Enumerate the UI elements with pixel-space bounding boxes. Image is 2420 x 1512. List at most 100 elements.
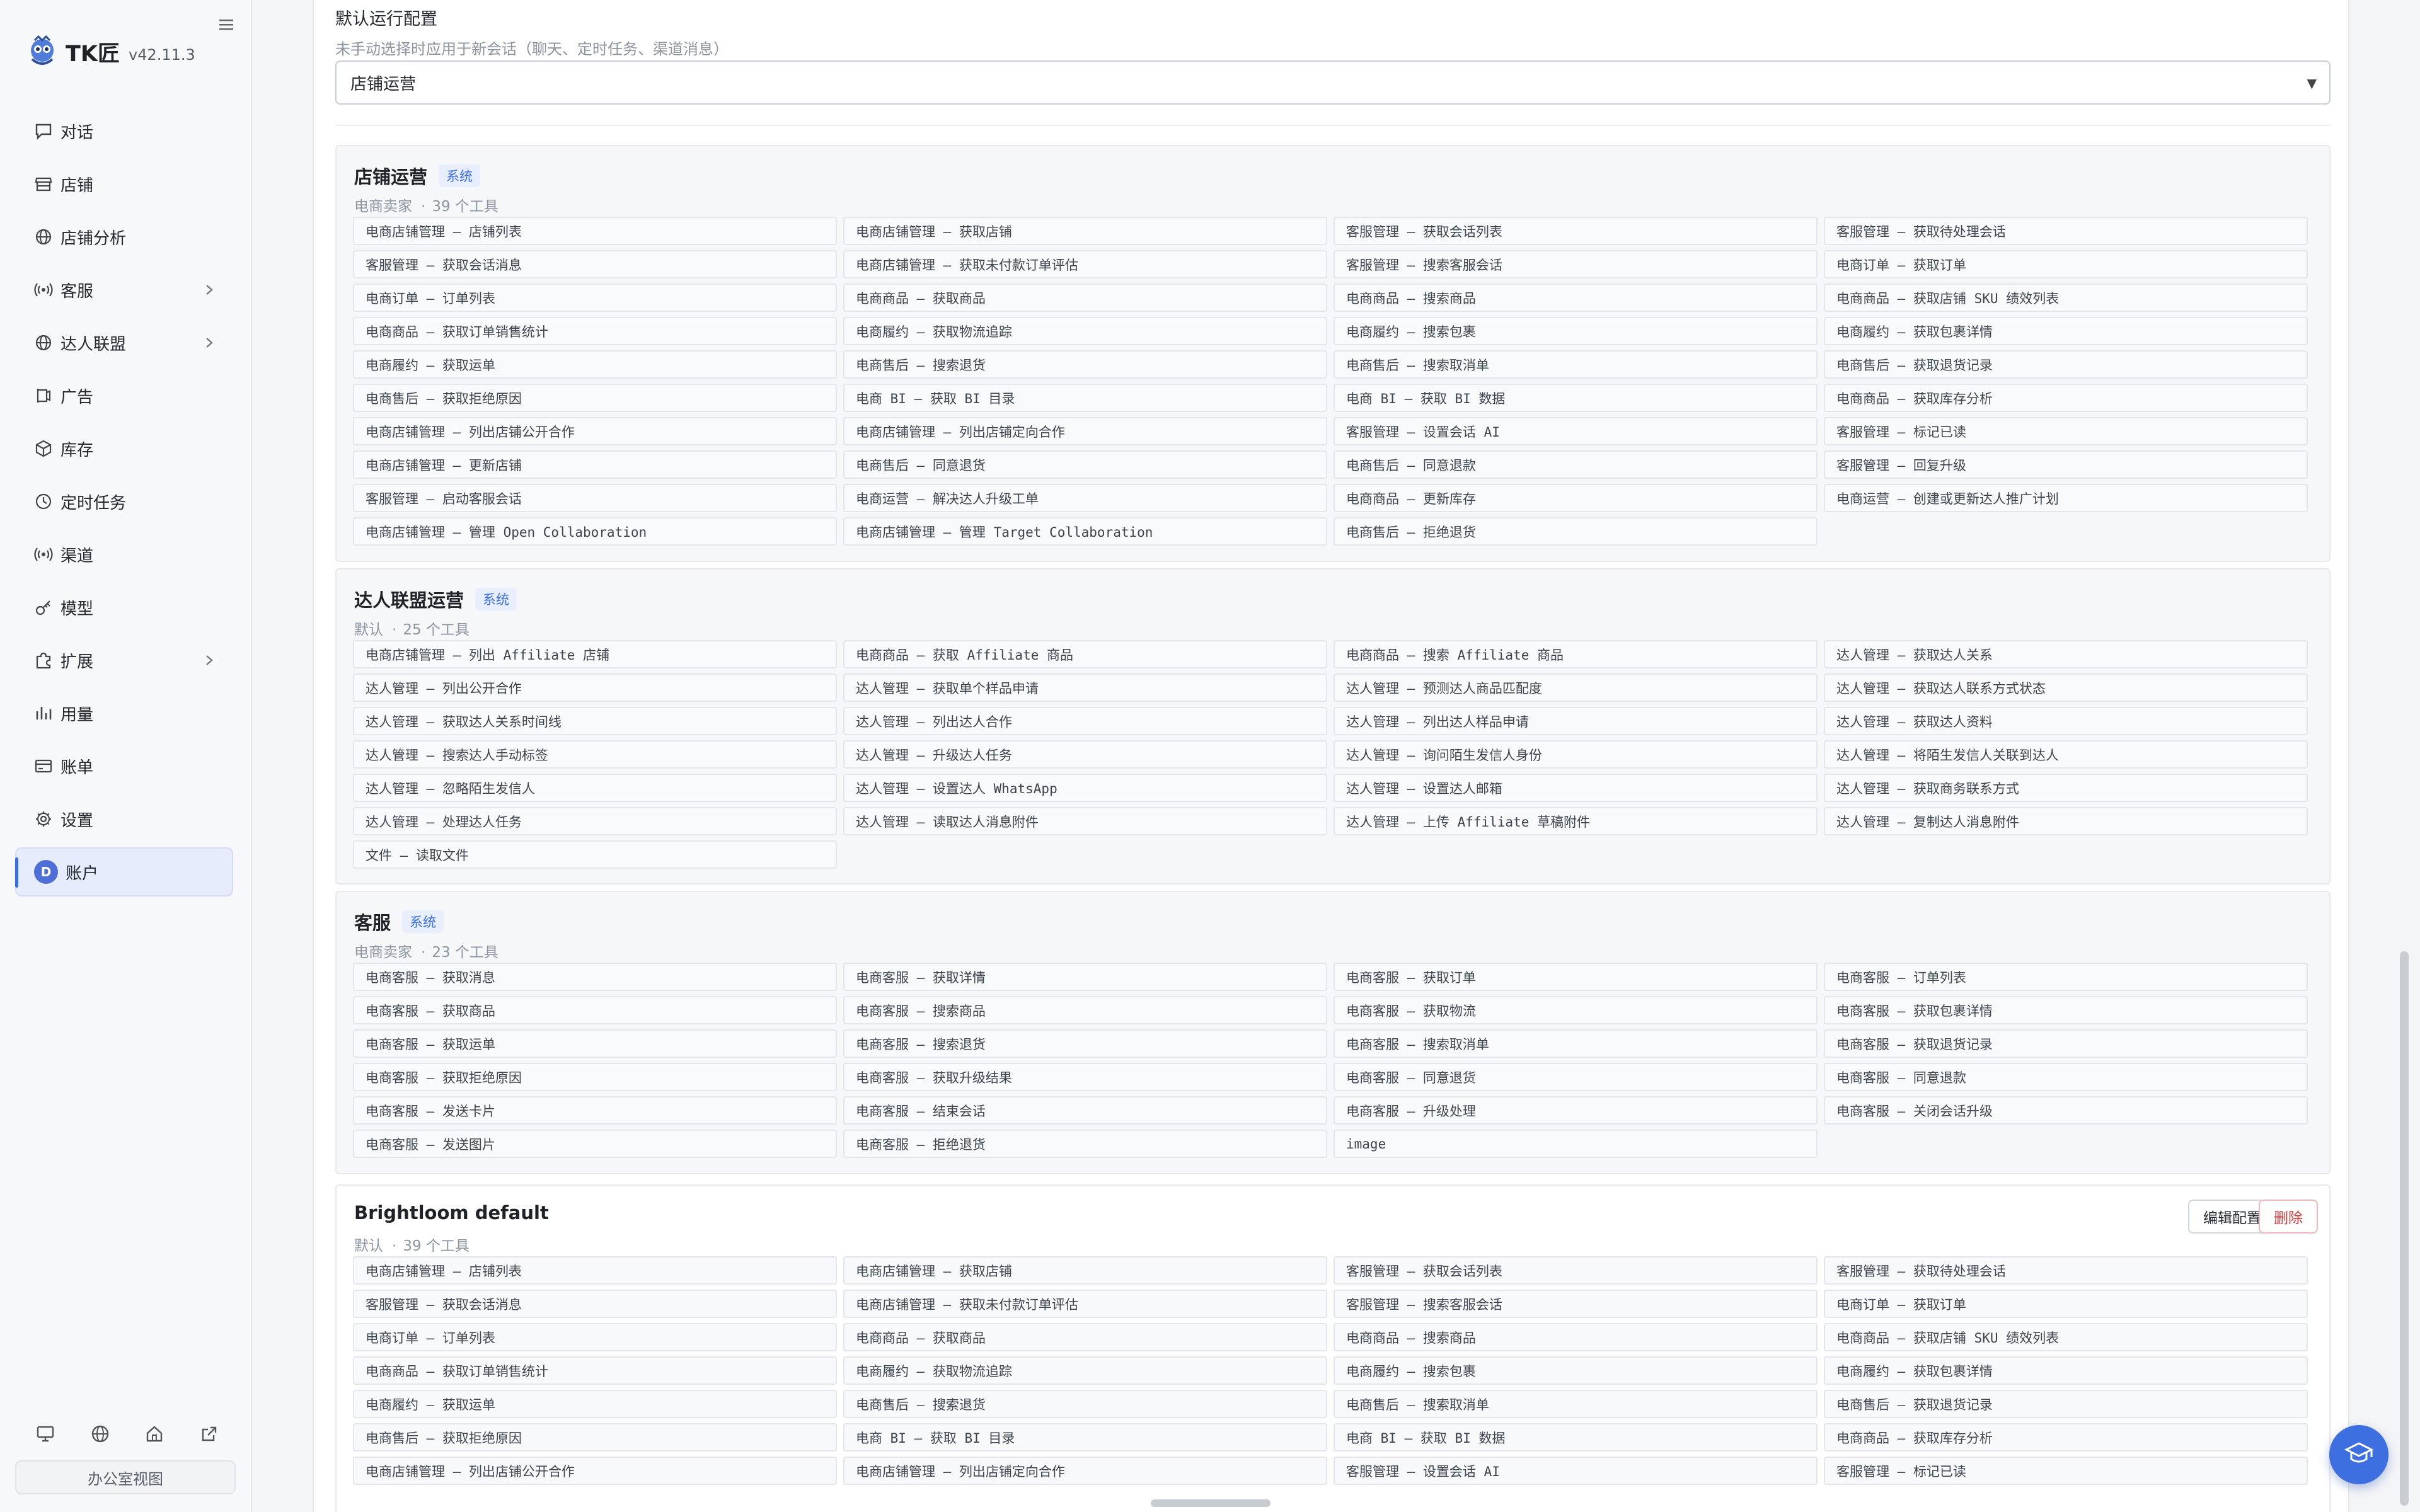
vertical-scrollbar[interactable]: [2400, 951, 2409, 1506]
tool-chip: 电商客服 — 发送图片: [353, 1130, 837, 1158]
profile-meta: 默认 · 25 个工具: [354, 617, 470, 639]
tool-chip: 电商店铺管理 — 管理 Target Collaboration: [843, 517, 1327, 546]
sidebar-item-label: 用量: [60, 705, 94, 724]
main-area: 默认运行配置 未手动选择时应用于新会话（聊天、定时任务、渠道消息） 店铺运营 ▼…: [252, 0, 2420, 1512]
box-icon: [33, 438, 54, 459]
external-link-icon[interactable]: [197, 1421, 222, 1446]
sidebar-item-4[interactable]: 达人联盟: [15, 316, 233, 369]
sidebar-item-10[interactable]: 扩展: [15, 634, 233, 687]
office-view-button[interactable]: 办公室视图: [15, 1460, 236, 1494]
brand[interactable]: TK匠 v42.11.3: [25, 33, 195, 71]
tool-chip: 电商 BI — 获取 BI 目录: [843, 1423, 1327, 1452]
tool-chip: 电商订单 — 订单列表: [353, 284, 837, 312]
tool-chip: 电商商品 — 搜索商品: [1334, 284, 1818, 312]
tool-chip: 电商客服 — 获取包裹详情: [1824, 996, 2308, 1024]
app-name: TK匠: [66, 41, 120, 67]
tool-chip: 电商店铺管理 — 获取店铺: [843, 217, 1327, 245]
tool-chip: 电商商品 — 获取商品: [843, 284, 1327, 312]
tool-chip: 电商店铺管理 — 店铺列表: [353, 217, 837, 245]
profile-meta: 电商卖家 · 23 个工具: [354, 940, 498, 961]
select-value: 店铺运营: [350, 74, 417, 94]
tool-chip: 达人管理 — 获取达人关系时间线: [353, 707, 837, 735]
broadcast-icon: [33, 544, 54, 565]
sidebar-item-1[interactable]: 店铺: [15, 158, 233, 210]
sidebar: TK匠 v42.11.3 对话 店铺店铺分析客服达人联盟 广告 库存 定时任务 渠道 模型扩…: [0, 0, 252, 1512]
delete-button[interactable]: 删除: [2259, 1200, 2318, 1234]
tool-chip: 电商客服 — 搜索取消单: [1334, 1029, 1818, 1058]
tool-chip: 电商商品 — 搜索商品: [1334, 1323, 1818, 1351]
tool-chip: 电商订单 — 获取订单: [1824, 1290, 2308, 1318]
profile-header: 店铺运营 系统: [354, 163, 481, 189]
key-icon: [33, 597, 54, 618]
tool-chip: 客服管理 — 搜索客服会话: [1334, 1290, 1818, 1318]
menu-icon[interactable]: [217, 15, 236, 34]
clock-icon: [33, 491, 54, 512]
profile-meta: 默认 · 39 个工具: [354, 1234, 470, 1255]
profile-name: 店铺运营: [354, 166, 428, 188]
tool-chip: image: [1334, 1130, 1818, 1158]
sidebar-item-9[interactable]: 模型: [15, 581, 233, 634]
help-button[interactable]: [2329, 1425, 2388, 1484]
tool-chip: 电商客服 — 获取消息: [353, 963, 837, 991]
sidebar-item-2[interactable]: 店铺分析: [15, 210, 233, 263]
sidebar-item-0[interactable]: 对话: [15, 105, 233, 158]
tool-chip: 达人管理 — 列出达人合作: [843, 707, 1327, 735]
tool-count: 23 个工具: [432, 944, 498, 961]
tool-chip: 达人管理 — 搜索达人手动标签: [353, 740, 837, 769]
tool-chip: 电商商品 — 获取订单销售统计: [353, 317, 837, 345]
tool-chip: 客服管理 — 获取会话列表: [1334, 1256, 1818, 1285]
system-badge: 系统: [402, 910, 444, 933]
chat-icon: [33, 120, 54, 142]
monitor-icon[interactable]: [33, 1421, 58, 1446]
horizontal-scrollbar[interactable]: [1151, 1499, 1270, 1507]
puzzle-icon: [33, 650, 54, 671]
sidebar-item-11[interactable]: 用量: [15, 687, 233, 740]
sidebar-item-6[interactable]: 库存: [15, 422, 233, 475]
home-icon[interactable]: [142, 1421, 167, 1446]
tool-chip: 电商客服 — 订单列表: [1824, 963, 2308, 991]
sidebar-item-7[interactable]: 定时任务: [15, 475, 233, 528]
tool-chip: 客服管理 — 获取会话消息: [353, 1290, 837, 1318]
tool-chip: 达人管理 — 上传 Affiliate 草稿附件: [1334, 807, 1818, 835]
tool-chip: 电商商品 — 获取订单销售统计: [353, 1356, 837, 1385]
sidebar-item-3[interactable]: 客服: [15, 263, 233, 316]
separator-dot: ·: [421, 198, 426, 215]
megaphone-icon: [33, 385, 54, 406]
tool-chip: 客服管理 — 启动客服会话: [353, 484, 837, 512]
separator-dot: ·: [392, 622, 397, 638]
sidebar-item-label: 店铺分析: [60, 229, 127, 248]
sidebar-item-label: 扩展: [60, 652, 94, 672]
tool-profile-card: 客服 系统 电商卖家 · 23 个工具 电商客服 — 获取消息 电商客服 — 获取详情 电商客…: [335, 891, 2331, 1174]
tool-chip: 电商履约 — 获取运单: [353, 1390, 837, 1418]
tool-chip: 电商订单 — 获取订单: [1824, 250, 2308, 278]
tool-chip: 电商售后 — 搜索取消单: [1334, 350, 1818, 379]
tool-chip: 电商运营 — 创建或更新达人推广计划: [1824, 484, 2308, 512]
sidebar-item-14[interactable]: D 账户: [15, 847, 233, 896]
tool-chip: 电商客服 — 获取升级结果: [843, 1063, 1327, 1091]
tool-chip: 客服管理 — 设置会话 AI: [1334, 417, 1818, 445]
tool-chip: 达人管理 — 升级达人任务: [843, 740, 1327, 769]
tool-chip: 客服管理 — 获取会话消息: [353, 250, 837, 278]
tool-chip: 电商客服 — 同意退货: [1334, 1063, 1818, 1091]
tool-chip: 电商客服 — 拒绝退货: [843, 1130, 1327, 1158]
sidebar-item-12[interactable]: 账单: [15, 740, 233, 793]
tool-chip: 客服管理 — 获取待处理会话: [1824, 1256, 2308, 1285]
tool-chip: 电商客服 — 结束会话: [843, 1096, 1327, 1125]
tool-chip: 电商客服 — 搜索退货: [843, 1029, 1327, 1058]
logo-icon: [25, 35, 59, 69]
tool-chip: 电商履约 — 获取包裹详情: [1824, 317, 2308, 345]
tool-chip: 电商商品 — 获取 Affiliate 商品: [843, 640, 1327, 668]
sidebar-item-5[interactable]: 广告: [15, 369, 233, 422]
sidebar-item-label: 客服: [60, 282, 94, 301]
tool-chip: 电商商品 — 获取库存分析: [1824, 1423, 2308, 1452]
default-config-select[interactable]: 店铺运营 ▼: [335, 60, 2331, 105]
tool-count: 39 个工具: [403, 1238, 470, 1254]
globe-icon: [33, 332, 54, 353]
tool-chip: 电商客服 — 获取商品: [353, 996, 837, 1024]
graduation-cap-icon: [2344, 1441, 2374, 1469]
sidebar-item-8[interactable]: 渠道: [15, 528, 233, 581]
globe-icon[interactable]: [88, 1421, 113, 1446]
tool-chip: 电商客服 — 同意退款: [1824, 1063, 2308, 1091]
sidebar-item-13[interactable]: 设置: [15, 793, 233, 845]
tool-chip: 电商履约 — 获取运单: [353, 350, 837, 379]
